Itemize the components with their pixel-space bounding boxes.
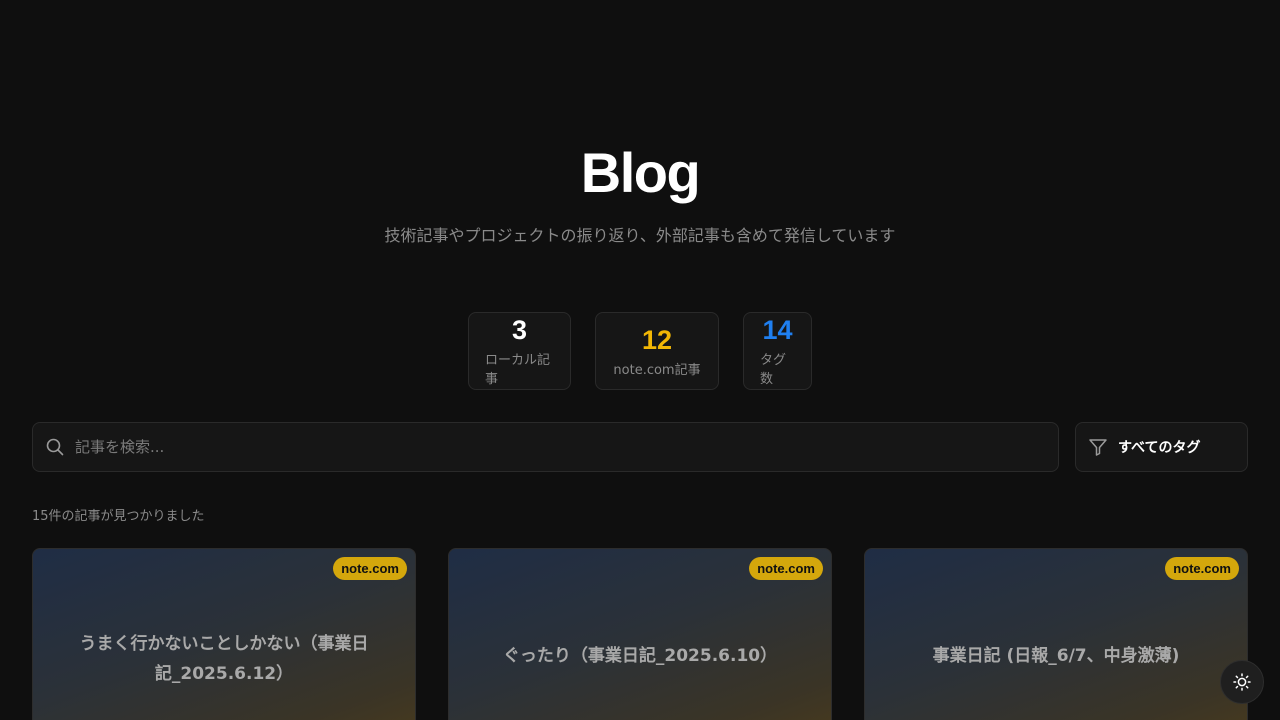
search-bar[interactable]: [32, 422, 1059, 472]
page-title: Blog: [580, 141, 701, 204]
search-icon: [46, 438, 64, 456]
stats-row: 3 ローカル記事 12 note.com記事 14 タグ数: [0, 312, 1280, 390]
stat-value: 3: [511, 315, 528, 345]
article-card[interactable]: note.com うまく行かないことしかない（事業日記_2025.6.12）: [32, 548, 416, 720]
theme-toggle-button[interactable]: [1220, 660, 1264, 704]
stat-tag-count: 14 タグ数: [743, 312, 812, 390]
stat-note-articles: 12 note.com記事: [595, 312, 719, 390]
sun-icon: [1233, 673, 1251, 691]
source-badge: note.com: [333, 557, 407, 580]
source-badge: note.com: [749, 557, 823, 580]
tag-filter-label: すべてのタグ: [1118, 440, 1201, 456]
page-subtitle: 技術記事やプロジェクトの振り返り、外部記事も含めて発信しています: [384, 226, 896, 245]
article-title: ぐったり（事業日記_2025.6.10）: [502, 646, 778, 666]
article-title: 事業日記 (日報_6/7、中身激薄): [932, 646, 1180, 666]
stat-local-articles: 3 ローカル記事: [468, 312, 571, 390]
search-input[interactable]: [75, 423, 1058, 471]
stat-label: note.com記事: [613, 362, 701, 378]
tag-filter-dropdown[interactable]: すべてのタグ: [1075, 422, 1248, 472]
article-title: うまく行かないことしかない（事業日記_2025.6.12）: [79, 634, 369, 684]
stat-label: タグ数: [760, 353, 787, 387]
stat-label: ローカル記事: [485, 353, 551, 387]
stat-value: 14: [762, 315, 793, 345]
article-card[interactable]: note.com 事業日記 (日報_6/7、中身激薄): [864, 548, 1248, 720]
article-grid: note.com うまく行かないことしかない（事業日記_2025.6.12） n…: [32, 548, 1248, 720]
result-count: 15件の記事が見つかりました: [32, 509, 205, 524]
source-badge: note.com: [1165, 557, 1239, 580]
filter-icon: [1089, 439, 1107, 456]
article-card[interactable]: note.com ぐったり（事業日記_2025.6.10）: [448, 548, 832, 720]
blog-page: Blog 技術記事やプロジェクトの振り返り、外部記事も含めて発信しています 3 …: [0, 0, 1280, 720]
stat-value: 12: [641, 324, 673, 355]
